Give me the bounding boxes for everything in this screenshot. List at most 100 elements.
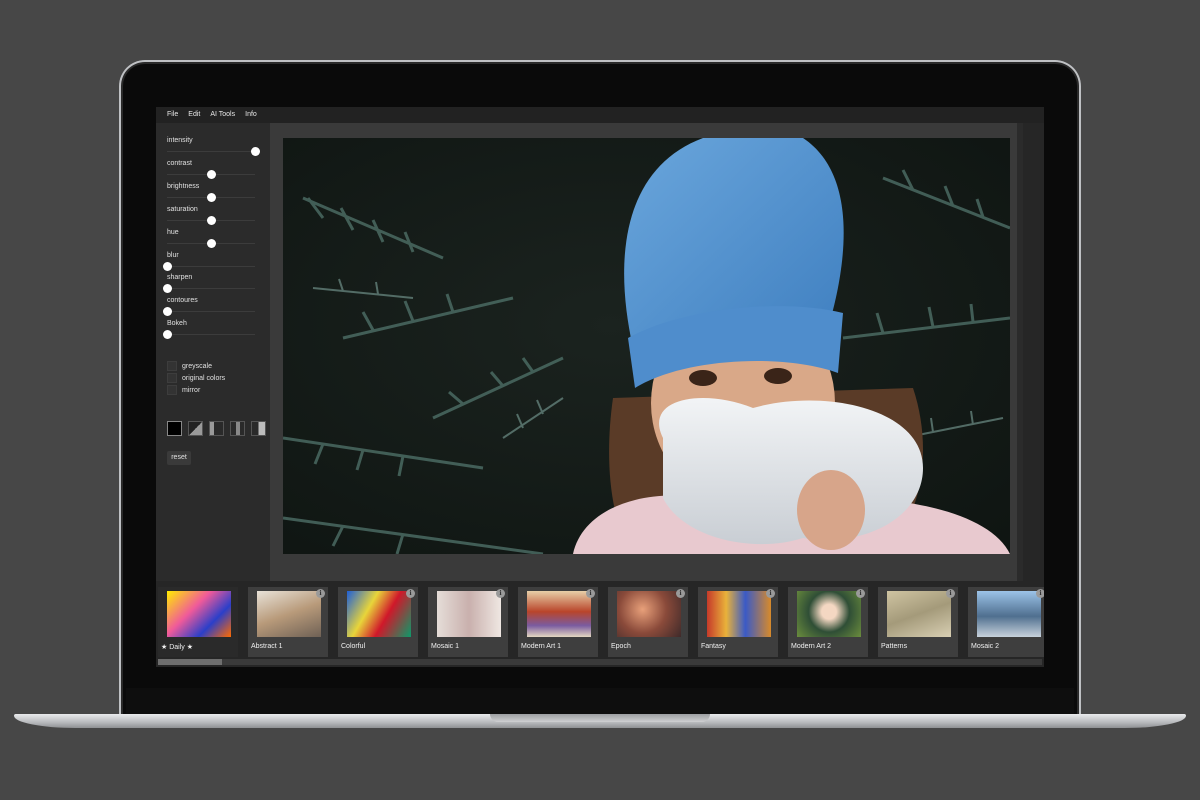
info-icon[interactable]: i xyxy=(1036,589,1044,598)
menu-file[interactable]: File xyxy=(162,107,183,123)
style-preview xyxy=(167,591,231,637)
slider-knob[interactable] xyxy=(163,284,172,293)
adjustments-sidebar: intensity contrast brightness saturation… xyxy=(156,123,268,581)
checkbox[interactable] xyxy=(167,385,177,395)
slider-hue[interactable]: hue xyxy=(167,229,255,252)
info-icon[interactable]: i xyxy=(676,589,685,598)
slider-knob[interactable] xyxy=(251,147,260,156)
style-label: Fantasy xyxy=(701,643,726,650)
style-thumb-modern-art-2[interactable]: i Modern Art 2 xyxy=(788,587,868,657)
slider-bokeh[interactable]: Bokeh xyxy=(163,320,255,343)
slider-track[interactable] xyxy=(167,288,255,289)
slider-knob[interactable] xyxy=(163,330,172,339)
style-preview xyxy=(527,591,591,637)
slider-track[interactable] xyxy=(167,151,255,152)
slider-label: hue xyxy=(167,229,179,236)
app-window: File Edit AI Tools Info intensity contra… xyxy=(156,107,1044,667)
style-label: Modern Art 1 xyxy=(521,643,562,650)
style-thumb-daily[interactable]: ★ Daily ★ xyxy=(158,587,238,657)
slider-brightness[interactable]: brightness xyxy=(167,183,255,206)
info-icon[interactable]: i xyxy=(586,589,595,598)
slider-label: saturation xyxy=(167,206,198,213)
diagonal-split-icon[interactable] xyxy=(188,421,203,436)
style-preview xyxy=(347,591,411,637)
style-preview xyxy=(707,591,771,637)
menu-info[interactable]: Info xyxy=(240,107,262,123)
style-thumb-epoch[interactable]: i Epoch xyxy=(608,587,688,657)
style-thumb-modern-art-1[interactable]: i Modern Art 1 xyxy=(518,587,598,657)
slider-knob[interactable] xyxy=(207,193,216,202)
info-icon[interactable]: i xyxy=(316,589,325,598)
info-icon[interactable]: i xyxy=(406,589,415,598)
photo-illustration xyxy=(283,138,1010,554)
style-thumb-colorful[interactable]: i Colorful xyxy=(338,587,418,657)
checkbox[interactable] xyxy=(167,373,177,383)
slider-label: contoures xyxy=(167,297,198,304)
checkbox[interactable] xyxy=(167,361,177,371)
slider-intensity[interactable]: intensity xyxy=(167,137,260,160)
fill-mode-group xyxy=(167,421,266,436)
slider-knob[interactable] xyxy=(163,262,172,271)
slider-label: sharpen xyxy=(167,274,193,281)
slider-track[interactable] xyxy=(167,311,255,312)
style-thumb-patterns[interactable]: i Patterns xyxy=(878,587,958,657)
slider-knob[interactable] xyxy=(207,170,216,179)
checkbox-label: greyscale xyxy=(182,362,212,370)
menu-bar: File Edit AI Tools Info xyxy=(156,107,1044,123)
slider-contoures[interactable]: contoures xyxy=(163,297,255,320)
filmstrip-scrollbar[interactable] xyxy=(158,659,1042,665)
slider-contrast[interactable]: contrast xyxy=(167,160,255,183)
style-label: Mosaic 2 xyxy=(971,643,1000,650)
style-label: Mosaic 1 xyxy=(431,643,460,650)
checkbox-greyscale[interactable]: greyscale xyxy=(167,360,212,372)
checkbox-label: mirror xyxy=(182,386,201,394)
gradient-left-icon[interactable] xyxy=(209,421,224,436)
checkbox-original-colors[interactable]: original colors xyxy=(167,372,225,384)
slider-label: brightness xyxy=(167,183,200,190)
info-icon[interactable]: i xyxy=(946,589,955,598)
slider-label: contrast xyxy=(167,160,192,167)
main-photo[interactable] xyxy=(283,138,1010,554)
info-icon[interactable]: i xyxy=(766,589,775,598)
style-filmstrip: ★ Daily ★ i Abstract 1 i Colorful i Mosa… xyxy=(156,581,1044,667)
side-panel xyxy=(1023,123,1044,581)
solid-black-icon[interactable] xyxy=(167,421,182,436)
slider-label: blur xyxy=(167,252,179,259)
menu-edit[interactable]: Edit xyxy=(183,107,205,123)
style-label: ★ Daily ★ xyxy=(161,644,193,651)
style-label: Colorful xyxy=(341,643,366,650)
style-label: Patterns xyxy=(881,643,908,650)
reset-button[interactable]: reset xyxy=(167,451,191,465)
slider-sharpen[interactable]: sharpen xyxy=(163,274,255,297)
canvas-area xyxy=(270,123,1017,581)
slider-knob[interactable] xyxy=(163,307,172,316)
slider-track[interactable] xyxy=(167,266,255,267)
style-thumb-abstract-1[interactable]: i Abstract 1 xyxy=(248,587,328,657)
info-icon[interactable]: i xyxy=(856,589,865,598)
slider-knob[interactable] xyxy=(207,216,216,225)
slider-label: Bokeh xyxy=(167,320,187,327)
style-preview xyxy=(887,591,951,637)
menu-ai-tools[interactable]: AI Tools xyxy=(205,107,240,123)
laptop-notch xyxy=(490,714,710,722)
filmstrip-scroll-thumb[interactable] xyxy=(158,659,222,665)
slider-label: intensity xyxy=(167,137,193,144)
style-label: Abstract 1 xyxy=(251,643,283,650)
style-thumb-fantasy[interactable]: i Fantasy xyxy=(698,587,778,657)
style-thumb-mosaic-2[interactable]: i Mosaic 2 xyxy=(968,587,1044,657)
style-preview xyxy=(617,591,681,637)
vertical-split-icon[interactable] xyxy=(251,421,266,436)
slider-blur[interactable]: blur xyxy=(163,252,255,275)
style-preview xyxy=(257,591,321,637)
style-preview xyxy=(797,591,861,637)
slider-knob[interactable] xyxy=(207,239,216,248)
style-thumb-mosaic-1[interactable]: i Mosaic 1 xyxy=(428,587,508,657)
info-icon[interactable]: i xyxy=(496,589,505,598)
style-preview xyxy=(437,591,501,637)
laptop-bezel-bottom xyxy=(126,688,1074,716)
slider-track[interactable] xyxy=(167,334,255,335)
checkbox-mirror[interactable]: mirror xyxy=(167,384,200,396)
stepped-icon[interactable] xyxy=(230,421,245,436)
style-label: Epoch xyxy=(611,643,631,650)
slider-saturation[interactable]: saturation xyxy=(167,206,255,229)
